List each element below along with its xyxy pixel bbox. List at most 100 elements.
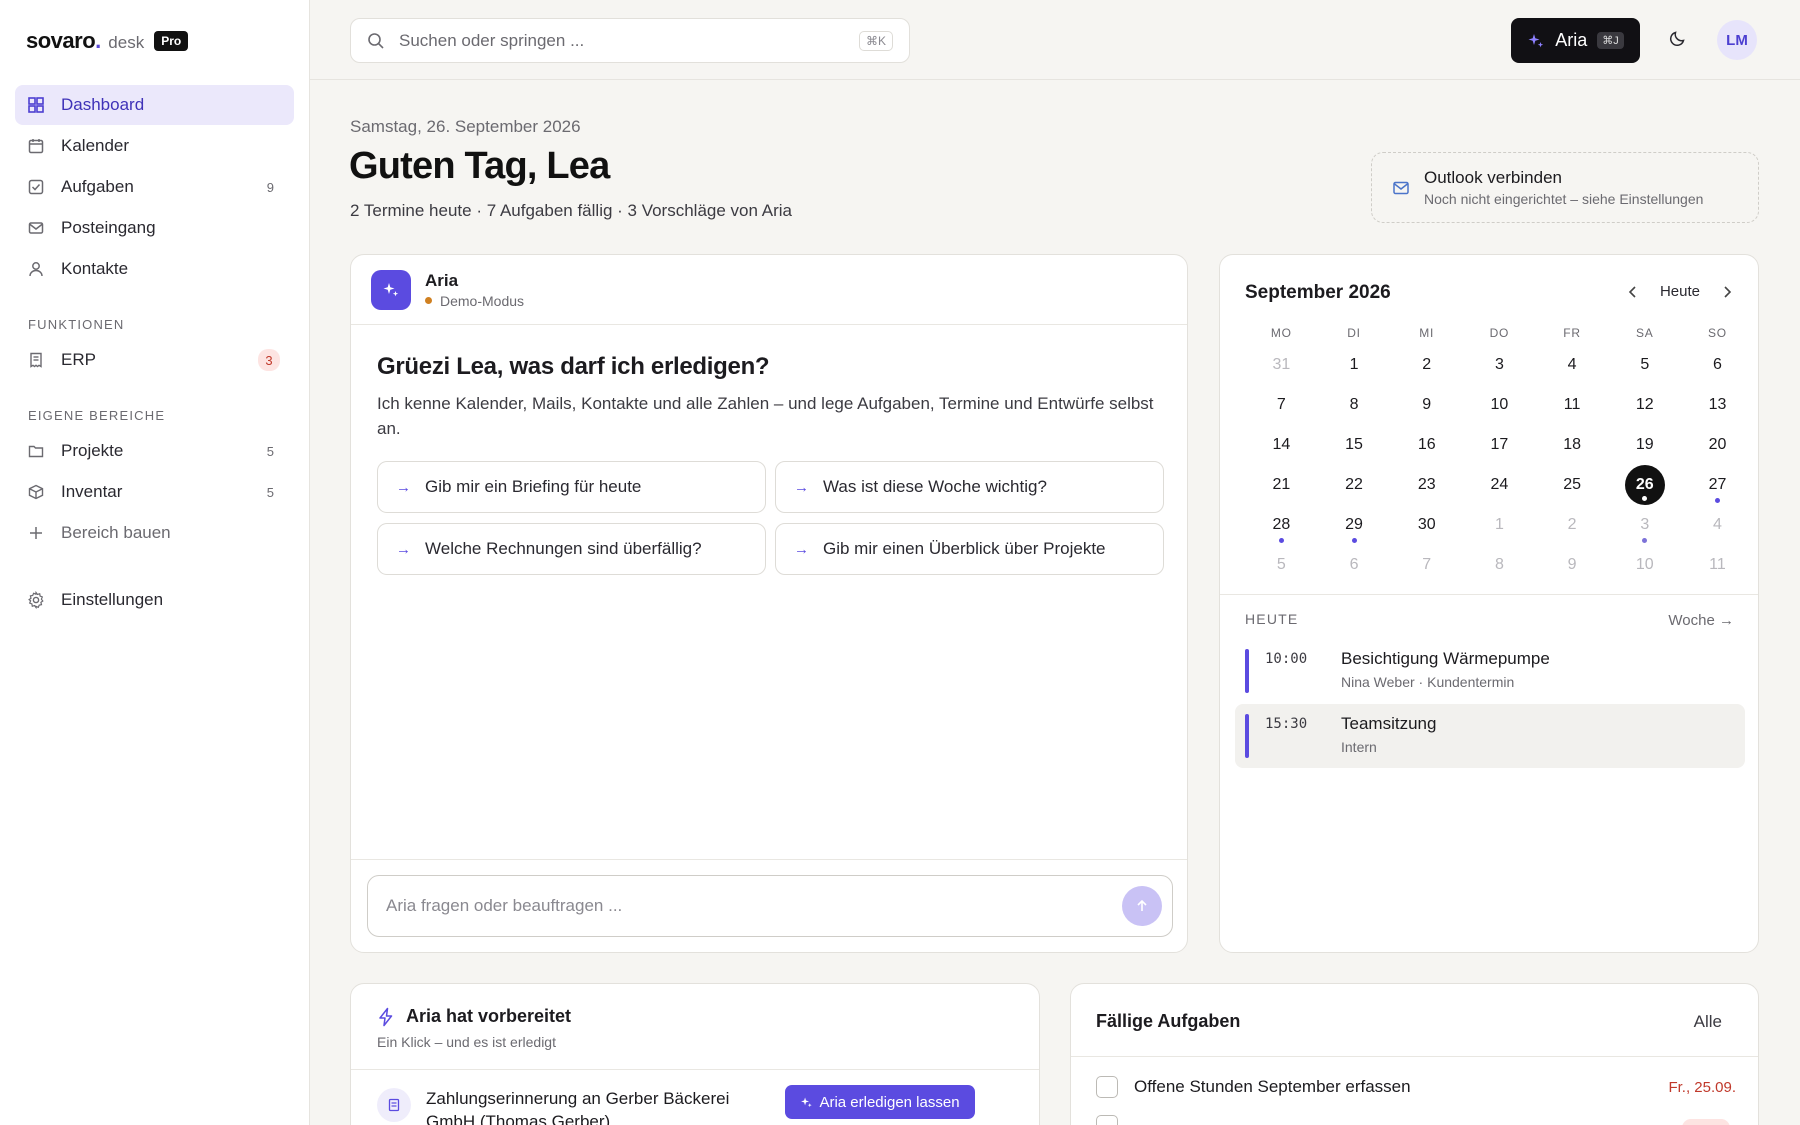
sidebar-item-label: Dashboard	[61, 95, 145, 114]
suggestion-button[interactable]: → Was ist diese Woche wichtig?	[775, 461, 1164, 513]
calendar-day[interactable]: 15	[1318, 425, 1391, 465]
calendar-day-number: 19	[1635, 436, 1654, 453]
aria-button[interactable]: Aria ⌘J	[1511, 18, 1640, 63]
calendar-day-selected[interactable]: 26	[1608, 465, 1681, 505]
arrow-right-icon: →	[396, 540, 411, 558]
calendar-day[interactable]: 29	[1318, 505, 1391, 545]
sidebar-item-posteingang[interactable]: Posteingang	[15, 208, 294, 248]
week-link[interactable]: Woche →	[1668, 612, 1734, 629]
calendar-day[interactable]: 17	[1463, 425, 1536, 465]
outlook-connect-card[interactable]: Outlook verbinden Noch nicht eingerichte…	[1371, 152, 1759, 223]
event-item[interactable]: 10:00 Besichtigung Wärmepumpe Nina Weber…	[1235, 639, 1745, 703]
event-dot	[1278, 538, 1284, 543]
calendar-day[interactable]: 1	[1318, 345, 1391, 385]
calendar-day-number: 10	[1635, 556, 1654, 573]
avatar[interactable]: LM	[1717, 20, 1757, 60]
calendar-day[interactable]: 4	[1536, 345, 1609, 385]
calendar-day[interactable]: 2	[1390, 345, 1463, 385]
calendar-day[interactable]: 30	[1390, 505, 1463, 545]
aria-execute-button[interactable]: Aria erledigen lassen	[785, 1085, 975, 1119]
calendar-day[interactable]: 11	[1681, 545, 1754, 585]
calendar-day[interactable]: 21	[1245, 465, 1318, 505]
task-row[interactable]: Offene Stunden September erfassen Fr., 2…	[1096, 1070, 1736, 1104]
calendar-day[interactable]: 28	[1245, 505, 1318, 545]
brand-logo[interactable]: sovaro. desk Pro	[26, 28, 189, 54]
calendar-day[interactable]: 7	[1390, 545, 1463, 585]
suggestion-button[interactable]: → Gib mir ein Briefing für heute	[377, 461, 766, 513]
sidebar: sovaro. desk Pro Dashboard Kalender Aufg…	[0, 0, 310, 1125]
chevron-right-icon[interactable]	[1720, 285, 1734, 299]
calendar-day[interactable]: 10	[1608, 545, 1681, 585]
calendar-day[interactable]: 3	[1463, 345, 1536, 385]
calendar-day[interactable]: 6	[1318, 545, 1391, 585]
chat-input[interactable]: Aria fragen oder beauftragen ...	[367, 875, 1173, 937]
build-area-button[interactable]: Bereich bauen	[15, 513, 294, 553]
calendar-day[interactable]: 2	[1536, 505, 1609, 545]
chevron-left-icon[interactable]	[1626, 285, 1640, 299]
calendar-day[interactable]: 3	[1608, 505, 1681, 545]
calendar-day[interactable]: 25	[1536, 465, 1609, 505]
calendar-day[interactable]: 13	[1681, 385, 1754, 425]
task-row[interactable]	[1096, 1103, 1736, 1125]
calendar-day[interactable]: 16	[1390, 425, 1463, 465]
sidebar-item-inventar[interactable]: Inventar 5	[15, 472, 294, 512]
checkbox-icon	[27, 178, 45, 196]
calendar-day[interactable]: 14	[1245, 425, 1318, 465]
outlook-subtitle: Noch nicht eingerichtet – siehe Einstell…	[1424, 191, 1704, 207]
calendar-day[interactable]: 9	[1390, 385, 1463, 425]
calendar-day[interactable]: 10	[1463, 385, 1536, 425]
calendar-day-number: 15	[1345, 436, 1363, 453]
today-button[interactable]: Heute	[1660, 283, 1700, 300]
event-item[interactable]: 15:30 Teamsitzung Intern	[1235, 704, 1745, 768]
outlook-title: Outlook verbinden	[1424, 168, 1562, 187]
calendar-day[interactable]: 8	[1318, 385, 1391, 425]
send-button[interactable]	[1122, 886, 1162, 926]
calendar-day[interactable]: 27	[1681, 465, 1754, 505]
sidebar-item-kalender[interactable]: Kalender	[15, 126, 294, 166]
calendar-day[interactable]: 31	[1245, 345, 1318, 385]
calendar-day[interactable]: 20	[1681, 425, 1754, 465]
event-color-bar	[1245, 649, 1249, 693]
calendar-day[interactable]: 1	[1463, 505, 1536, 545]
task-checkbox[interactable]	[1096, 1115, 1118, 1125]
calendar-day-number: 2	[1567, 516, 1577, 533]
suggestion-button[interactable]: → Welche Rechnungen sind überfällig?	[377, 523, 766, 575]
calendar-day-number: 8	[1494, 556, 1504, 573]
calendar-day-number: 6	[1349, 556, 1359, 573]
calendar-day[interactable]: 19	[1608, 425, 1681, 465]
calendar-day-number: 9	[1422, 396, 1432, 413]
calendar-day[interactable]: 22	[1318, 465, 1391, 505]
calendar-week: 31 1 2 3 4 5 6	[1245, 345, 1755, 385]
tasks-all-link[interactable]: Alle	[1694, 1012, 1722, 1032]
task-checkbox[interactable]	[1096, 1076, 1118, 1098]
sidebar-item-dashboard[interactable]: Dashboard	[15, 85, 294, 125]
search-input[interactable]: Suchen oder springen ... ⌘K	[350, 18, 910, 63]
sidebar-item-label: Aufgaben	[61, 177, 134, 196]
suggestion-label: Gib mir ein Briefing für heute	[425, 477, 642, 496]
calendar-day[interactable]: 8	[1463, 545, 1536, 585]
calendar-day[interactable]: 9	[1536, 545, 1609, 585]
aria-chat-card: Aria Demo-Modus Grüezi Lea, was darf ich…	[350, 254, 1188, 953]
suggestion-button[interactable]: → Gib mir einen Überblick über Projekte	[775, 523, 1164, 575]
calendar-day[interactable]: 23	[1390, 465, 1463, 505]
sidebar-item-settings[interactable]: Einstellungen	[15, 580, 294, 620]
calendar-day-number: 22	[1345, 476, 1363, 493]
sidebar-item-kontakte[interactable]: Kontakte	[15, 249, 294, 289]
calendar-day[interactable]: 24	[1463, 465, 1536, 505]
calendar-day[interactable]: 4	[1681, 505, 1754, 545]
calendar-day[interactable]: 5	[1608, 345, 1681, 385]
sidebar-item-label: Posteingang	[61, 218, 156, 237]
sidebar-item-aufgaben[interactable]: Aufgaben 9	[15, 167, 294, 207]
sidebar-item-erp[interactable]: ERP 3	[15, 340, 294, 380]
calendar-day[interactable]: 11	[1536, 385, 1609, 425]
calendar-day-number: 7	[1276, 396, 1286, 413]
calendar-day[interactable]: 6	[1681, 345, 1754, 385]
sidebar-item-projekte[interactable]: Projekte 5	[15, 431, 294, 471]
calendar-day[interactable]: 5	[1245, 545, 1318, 585]
due-tasks-card: Fällige Aufgaben Alle Offene Stunden Sep…	[1070, 983, 1759, 1125]
calendar-day[interactable]: 12	[1608, 385, 1681, 425]
calendar-day[interactable]: 18	[1536, 425, 1609, 465]
moon-icon[interactable]	[1668, 28, 1688, 48]
receipt-icon	[27, 351, 45, 369]
calendar-day[interactable]: 7	[1245, 385, 1318, 425]
